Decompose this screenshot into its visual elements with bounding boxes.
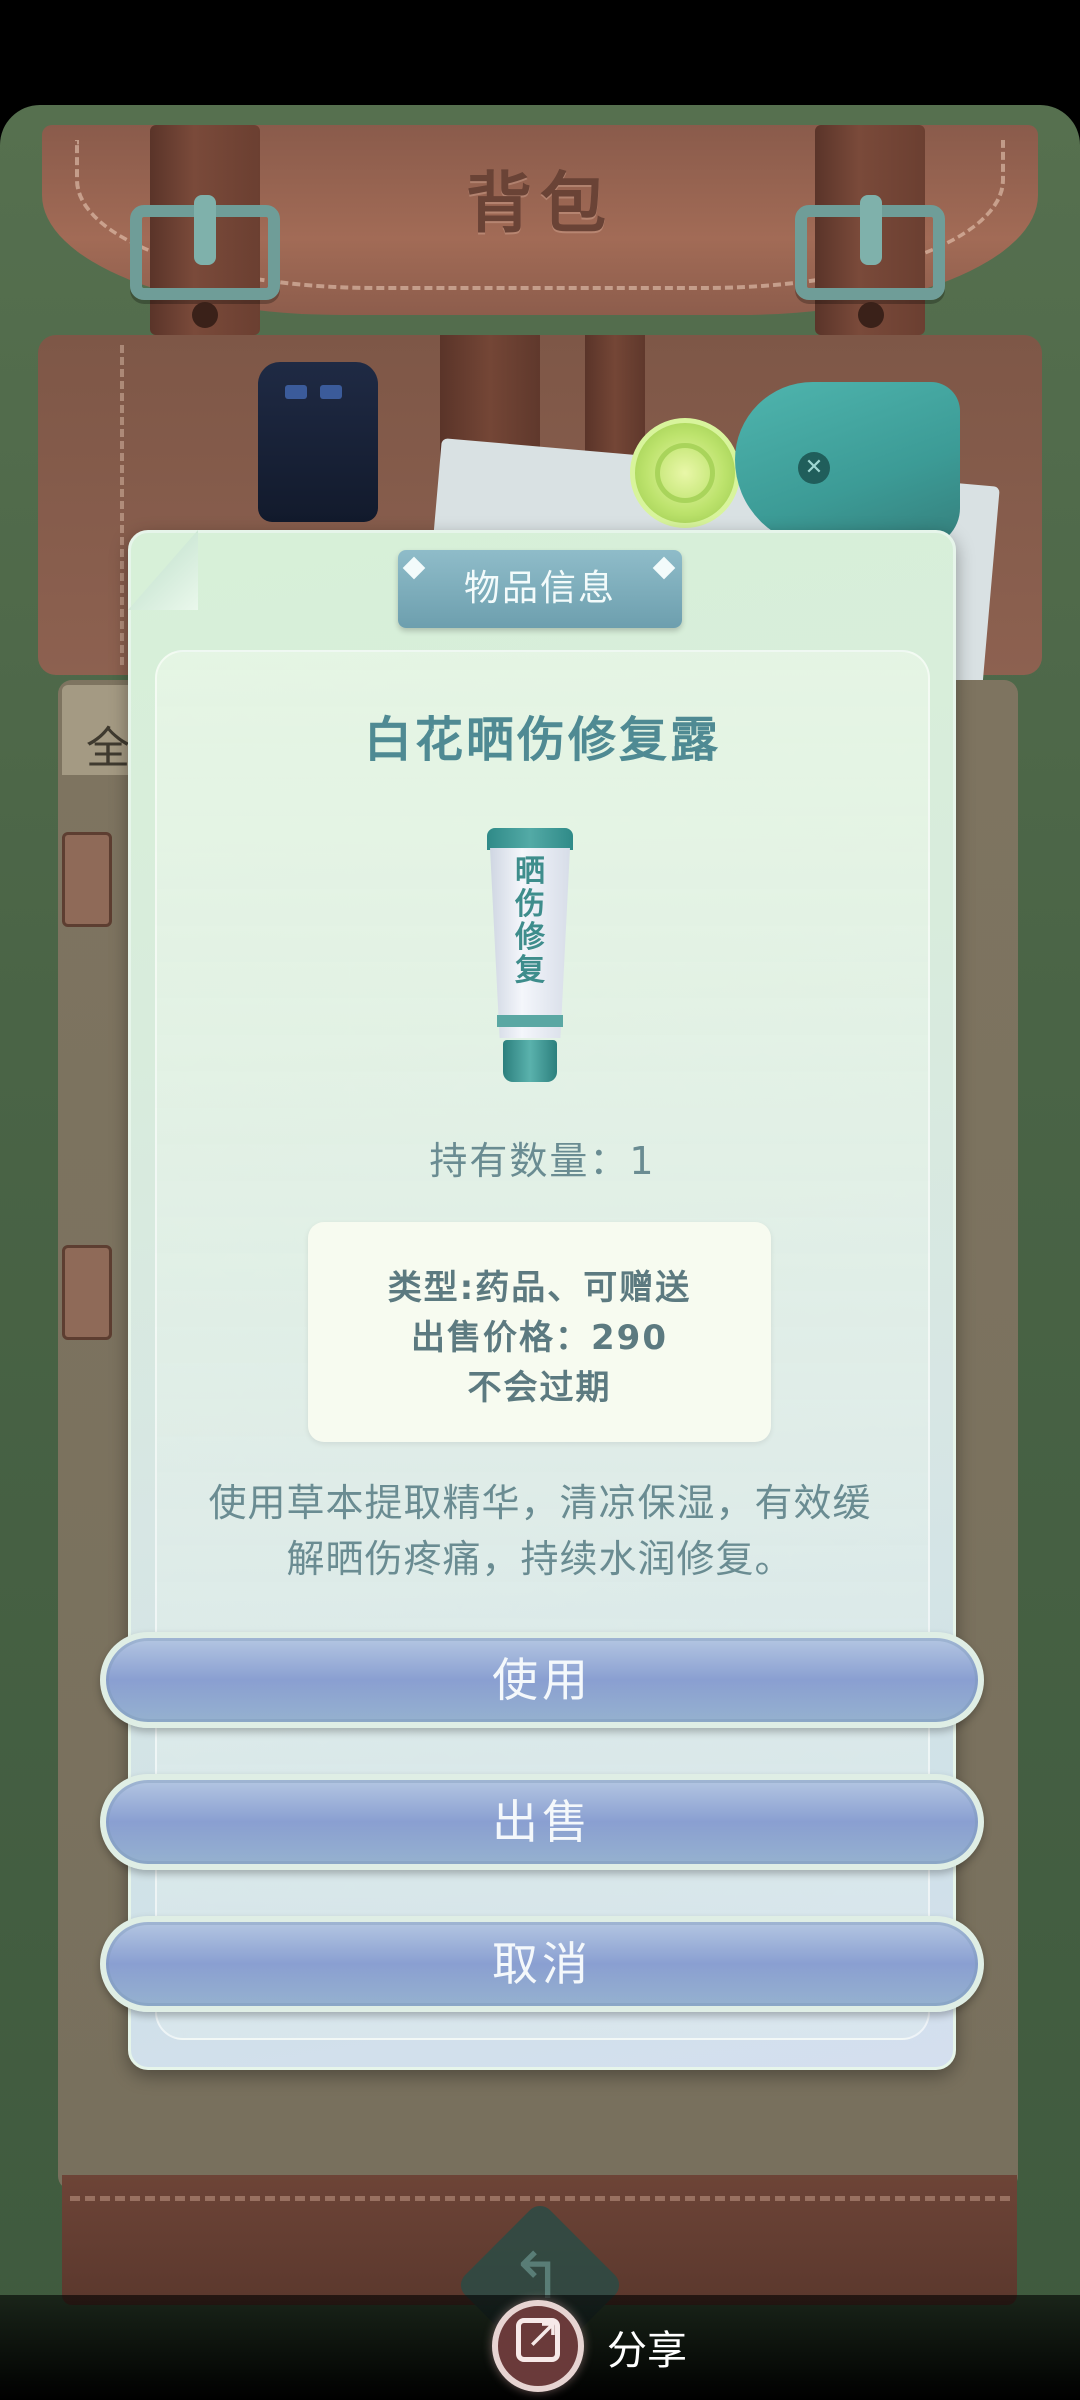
item-type: 类型:药品、可赠送 bbox=[387, 1268, 692, 1308]
teal-cloth-item-icon bbox=[735, 382, 960, 547]
item-sell-price: 出售价格：290 bbox=[411, 1318, 668, 1358]
cancel-button[interactable]: 取消 bbox=[100, 1916, 984, 2012]
tube-band bbox=[497, 1015, 563, 1027]
cloth-button-icon: ✕ bbox=[798, 452, 830, 484]
inventory-slot[interactable] bbox=[62, 832, 112, 927]
robot-eye bbox=[285, 385, 307, 399]
tube-cap bbox=[503, 1040, 557, 1082]
lollipop-swirl bbox=[655, 443, 715, 503]
item-description: 使用草本提取精华，清凉保湿，有效缓解晒伤疼痛，持续水润修复。 bbox=[208, 1481, 872, 1581]
bottom-stitching bbox=[70, 2196, 1010, 2201]
item-expiry: 不会过期 bbox=[467, 1368, 612, 1408]
left-rivet bbox=[192, 302, 218, 328]
tube-crimp bbox=[487, 828, 573, 850]
sell-button[interactable]: 出售 bbox=[100, 1774, 984, 1870]
right-rivet bbox=[858, 302, 884, 328]
share-label[interactable]: 分享 bbox=[607, 2318, 687, 2376]
game-screen: 背包 ✕ 全 ↰ 物品信息 白花晒伤修复露 晒伤修复 持有数量：1 类型:药品、… bbox=[0, 0, 1080, 2400]
left-buckle-pin bbox=[194, 195, 216, 265]
robot-eye bbox=[320, 385, 342, 399]
tab-all-label: 全 bbox=[86, 723, 130, 774]
item-name: 白花晒伤修复露 bbox=[363, 712, 721, 768]
robot-backpack-item-icon bbox=[258, 362, 378, 522]
use-button[interactable]: 使用 bbox=[100, 1632, 984, 1728]
inventory-slot[interactable] bbox=[62, 1245, 112, 1340]
tube-label: 晒伤修复 bbox=[515, 854, 545, 988]
right-buckle-pin bbox=[860, 195, 882, 265]
dialog-header: 物品信息 bbox=[398, 550, 682, 628]
item-quantity: 持有数量：1 bbox=[429, 1139, 656, 1183]
